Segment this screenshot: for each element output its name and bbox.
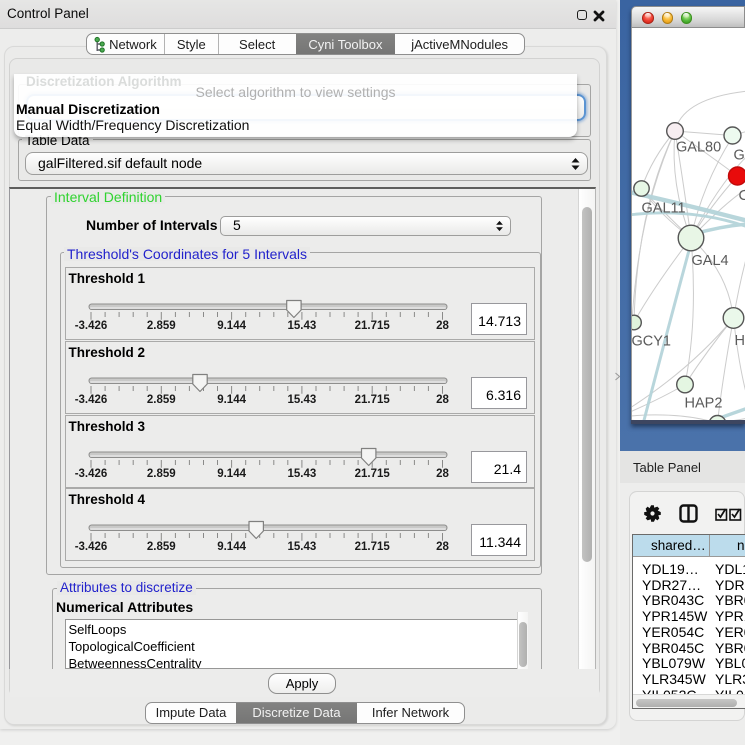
svg-text:HAP2: HAP2: [685, 396, 723, 412]
svg-text:GA: GA: [734, 148, 745, 164]
svg-text:GAL80: GAL80: [676, 140, 721, 156]
svg-text:GAL4: GAL4: [692, 253, 729, 269]
svg-text:C: C: [739, 188, 745, 204]
svg-text:GCY1: GCY1: [632, 334, 671, 350]
svg-text:H: H: [735, 333, 745, 349]
svg-text:GAL11: GAL11: [642, 201, 686, 217]
